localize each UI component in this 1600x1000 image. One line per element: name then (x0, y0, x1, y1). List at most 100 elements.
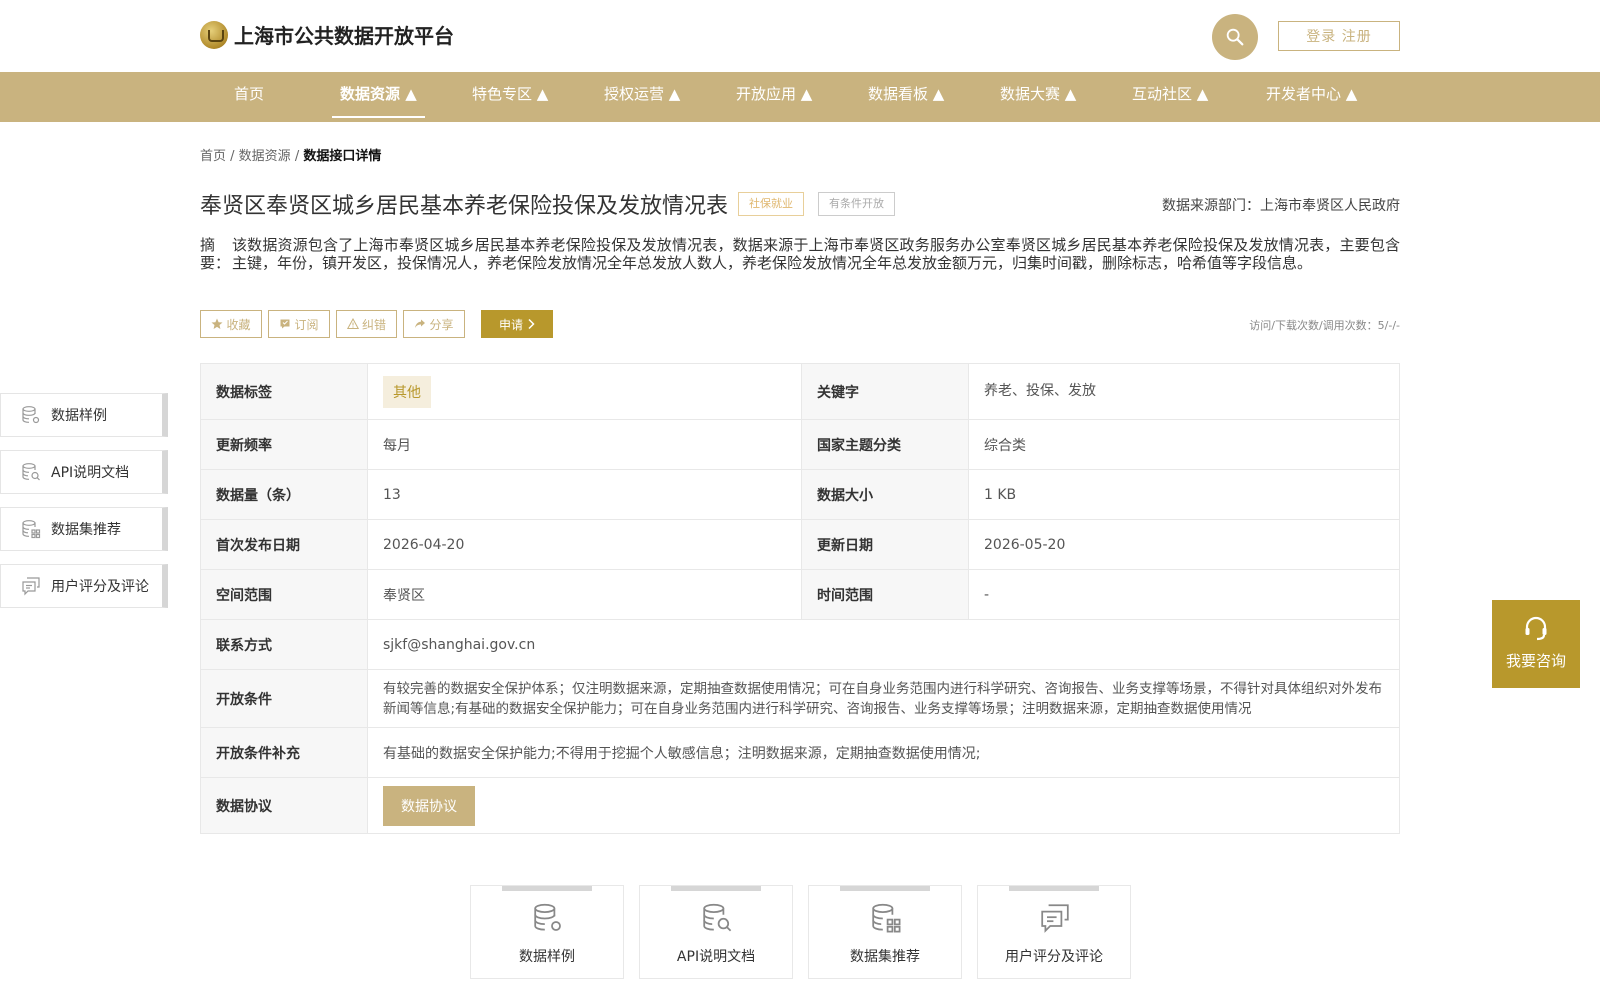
search-icon (1226, 28, 1244, 46)
bottom-card-api-docs[interactable]: API说明文档 (639, 885, 793, 979)
table-row: 数据量（条） 13 数据大小 1 KB (200, 469, 1400, 520)
comment-icon (22, 577, 40, 596)
share-button[interactable]: 分享 (403, 310, 465, 338)
detail-value: - (968, 569, 1400, 620)
chevron-right-icon (528, 318, 535, 330)
breadcrumb-home[interactable]: 首页 (200, 149, 226, 164)
card-label: 数据集推荐 (850, 949, 920, 965)
detail-value: 奉贤区 (367, 569, 802, 620)
breadcrumb-separator: / (290, 149, 304, 164)
nav-item-authorized-ops[interactable]: 授权运营 ▲ (604, 72, 680, 122)
bottom-card-data-sample[interactable]: 数据样例 (470, 885, 624, 979)
table-row: 联系方式 sjkf@shanghai.gov.cn (200, 619, 1400, 670)
apply-button[interactable]: 申请 (481, 310, 553, 338)
side-nav-label: 数据集推荐 (51, 522, 121, 538)
breadcrumb-separator: / (226, 149, 239, 164)
data-tag-pill[interactable]: 其他 (383, 375, 431, 408)
table-row: 数据标签 其他 关键字 养老、投保、发放 (200, 363, 1400, 420)
side-nav-item-data-sample[interactable]: 数据样例 (0, 393, 168, 437)
nav-item-data-contest[interactable]: 数据大赛 ▲ (1000, 72, 1076, 122)
bottom-card-ratings-comments[interactable]: 用户评分及评论 (977, 885, 1131, 979)
database-search-icon (22, 463, 40, 481)
card-label: API说明文档 (676, 949, 756, 965)
site-header: 上海市公共数据开放平台 登录 注册 (0, 0, 1600, 72)
main-nav: 首页 数据资源 ▲ 特色专区 ▲ 授权运营 ▲ 开放应用 ▲ 数据看板 ▲ 数据… (0, 72, 1600, 122)
data-agreement-button[interactable]: 数据协议 (383, 785, 475, 826)
detail-value: 2026-04-20 (367, 519, 802, 570)
consult-button[interactable]: 我要咨询 (1492, 600, 1580, 688)
warning-icon (346, 318, 359, 329)
detail-value: 有基础的数据安全保护能力;不得用于挖掘个人敏感信息；注明数据来源，定期抽查数据使… (367, 727, 1400, 778)
detail-key: 数据量（条） (200, 469, 368, 520)
side-nav-label: 数据样例 (51, 408, 107, 424)
detail-value: 养老、投保、发放 (968, 363, 1400, 420)
breadcrumb-section[interactable]: 数据资源 (239, 149, 291, 164)
breadcrumb: 首页 / 数据资源 / 数据接口详情 (200, 145, 381, 164)
database-grid-icon (872, 903, 901, 933)
login-register-button[interactable]: 登录 注册 (1278, 21, 1400, 51)
site-title: 上海市公共数据开放平台 (234, 24, 454, 48)
side-nav-item-api-docs[interactable]: API说明文档 (0, 450, 168, 494)
detail-key: 数据协议 (200, 777, 368, 834)
table-row: 开放条件 有较完善的数据安全保护体系；仅注明数据来源，定期抽查数据使用情况；可在… (200, 669, 1400, 728)
card-top-bar (1009, 886, 1099, 891)
detail-key: 数据标签 (200, 363, 368, 420)
bookmark-icon (280, 319, 290, 329)
card-label: 数据样例 (519, 949, 575, 965)
side-nav-item-dataset-recommend[interactable]: 数据集推荐 (0, 507, 168, 551)
detail-key: 开放条件补充 (200, 727, 368, 778)
table-row: 首次发布日期 2026-04-20 更新日期 2026-05-20 (200, 519, 1400, 570)
subscribe-button[interactable]: 订阅 (268, 310, 330, 338)
detail-value: 数据协议 (367, 777, 1400, 834)
detail-key: 开放条件 (200, 669, 368, 728)
nav-item-featured-zone[interactable]: 特色专区 ▲ (472, 72, 548, 122)
database-search-icon (703, 903, 732, 932)
subscribe-label: 订阅 (294, 317, 319, 332)
favorite-button[interactable]: 收藏 (200, 310, 262, 338)
logo-emblem-icon (200, 20, 228, 49)
dataset-details-table: 数据标签 其他 关键字 养老、投保、发放 更新频率 每月 国家主题分类 综合类 … (200, 363, 1400, 834)
search-button[interactable] (1212, 14, 1258, 60)
site-logo[interactable]: 上海市公共数据开放平台 (200, 20, 454, 49)
visit-download-count: 访问/下载次数/调用次数：5/-/- (1249, 319, 1400, 332)
table-row: 数据协议 数据协议 (200, 777, 1400, 834)
side-nav-label: 用户评分及评论 (51, 579, 149, 595)
bottom-card-dataset-recommend[interactable]: 数据集推荐 (808, 885, 962, 979)
favorite-label: 收藏 (226, 317, 251, 332)
detail-value: 综合类 (968, 419, 1400, 470)
nav-item-open-apps[interactable]: 开放应用 ▲ (736, 72, 812, 122)
detail-key: 国家主题分类 (801, 419, 969, 470)
database-grid-icon (22, 520, 41, 539)
nav-item-data-dashboard[interactable]: 数据看板 ▲ (868, 72, 944, 122)
card-label: 用户评分及评论 (1005, 949, 1103, 965)
star-icon (211, 318, 223, 329)
headset-icon (1525, 616, 1547, 641)
side-nav-item-ratings-comments[interactable]: 用户评分及评论 (0, 564, 168, 608)
apply-label: 申请 (498, 317, 523, 332)
side-nav-label: API说明文档 (51, 465, 130, 481)
table-row: 空间范围 奉贤区 时间范围 - (200, 569, 1400, 620)
open-type-tag: 有条件开放 (818, 192, 895, 216)
report-error-label: 纠错 (361, 317, 386, 332)
detail-value: 其他 (367, 363, 802, 420)
detail-key: 更新频率 (200, 419, 368, 470)
detail-key: 时间范围 (801, 569, 969, 620)
nav-item-developer-center[interactable]: 开发者中心 ▲ (1266, 72, 1357, 122)
nav-item-home[interactable]: 首页 (234, 72, 264, 122)
category-tag: 社保就业 (738, 192, 804, 216)
detail-value: 有较完善的数据安全保护体系；仅注明数据来源，定期抽查数据使用情况；可在自身业务范… (367, 669, 1400, 728)
summary-label: 摘要： (200, 236, 231, 272)
breadcrumb-current: 数据接口详情 (303, 149, 382, 164)
detail-value: sjkf@shanghai.gov.cn (367, 619, 1400, 670)
report-error-button[interactable]: 纠错 (336, 310, 397, 338)
table-row: 更新频率 每月 国家主题分类 综合类 (200, 419, 1400, 470)
detail-key: 联系方式 (200, 619, 368, 670)
detail-value: 每月 (367, 419, 802, 470)
nav-item-data-resources[interactable]: 数据资源 ▲ (332, 72, 425, 122)
nav-item-community[interactable]: 互动社区 ▲ (1132, 72, 1208, 122)
card-top-bar (671, 886, 761, 891)
detail-key: 数据大小 (801, 469, 969, 520)
source-department: 数据来源部门：上海市奉贤区人民政府 (1162, 198, 1400, 214)
database-gear-icon (22, 406, 40, 424)
detail-key: 关键字 (801, 363, 969, 420)
